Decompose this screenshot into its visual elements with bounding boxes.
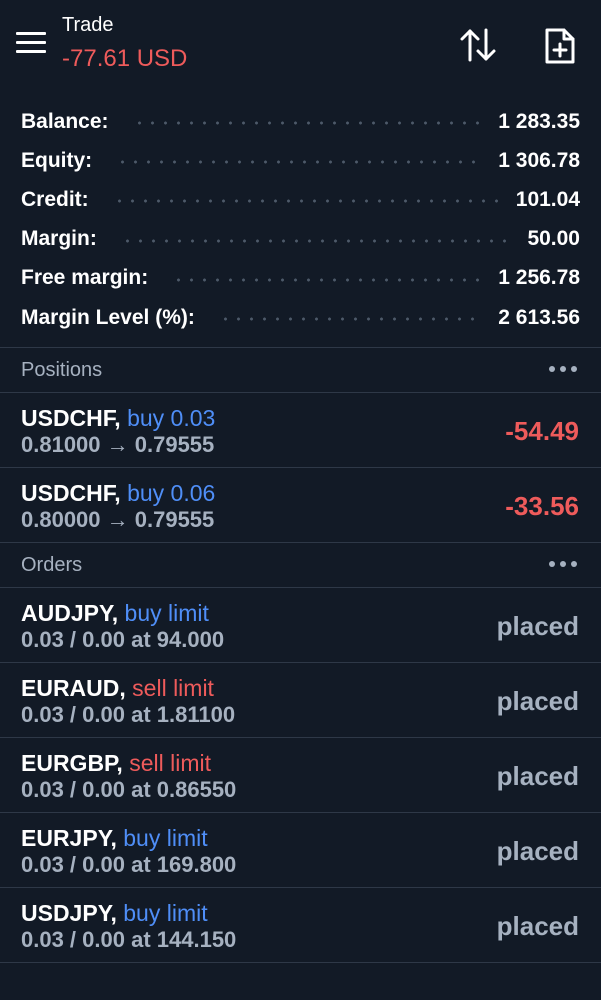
order-type: sell limit — [129, 750, 211, 777]
page-title: Trade — [62, 14, 114, 36]
dotted-leader — [116, 160, 481, 165]
order-status: placed — [496, 761, 579, 792]
dotted-leader — [132, 121, 481, 126]
order-symbol: EURJPY, — [21, 825, 117, 852]
new-order-icon[interactable] — [543, 26, 577, 66]
menu-icon[interactable] — [16, 32, 46, 54]
order-symbol: EURAUD, — [21, 675, 126, 702]
summary-row-free-margin: Free margin: 1 256.78 — [21, 259, 580, 298]
position-symbol: USDCHF, — [21, 480, 121, 507]
positions-header: Positions — [0, 348, 601, 392]
position-prices: 0.81000 → 0.79555 — [21, 432, 215, 458]
orders-header: Orders — [0, 543, 601, 587]
summary-label: Balance: — [21, 109, 109, 133]
summary-row-margin-level: Margin Level (%): 2 613.56 — [21, 298, 580, 337]
summary-value: 1 306.78 — [498, 148, 580, 172]
dotted-leader — [112, 199, 498, 204]
divider — [0, 962, 601, 964]
order-symbol: AUDJPY, — [21, 600, 119, 627]
summary-row-equity: Equity: 1 306.78 — [21, 141, 580, 180]
more-icon[interactable] — [549, 558, 577, 570]
trade-screen: Trade -77.61 USD Balance: 1 283.35 Equit… — [0, 0, 601, 1000]
order-row[interactable]: EURJPY, buy limit 0.03 / 0.00 at 169.800… — [0, 813, 601, 887]
order-type: buy limit — [124, 600, 209, 627]
summary-value: 2 613.56 — [498, 305, 580, 329]
account-summary: Balance: 1 283.35 Equity: 1 306.78 Credi… — [0, 102, 601, 337]
order-status: placed — [496, 611, 579, 642]
total-profit: -77.61 USD — [62, 45, 188, 72]
sort-icon[interactable] — [458, 26, 498, 64]
position-type: buy 0.03 — [127, 405, 216, 432]
dotted-leader — [218, 317, 481, 322]
summary-label: Margin Level (%): — [21, 305, 195, 329]
order-type: buy limit — [123, 825, 208, 852]
position-row[interactable]: USDCHF, buy 0.03 0.81000 → 0.79555 -54.4… — [0, 393, 601, 467]
order-type: buy limit — [123, 900, 208, 927]
order-status: placed — [496, 836, 579, 867]
more-icon[interactable] — [549, 363, 577, 375]
position-profit: -54.49 — [505, 416, 579, 447]
order-type: sell limit — [132, 675, 214, 702]
position-prices: 0.80000 → 0.79555 — [21, 507, 215, 533]
position-profit: -33.56 — [505, 491, 579, 522]
summary-value: 1 256.78 — [498, 266, 580, 290]
summary-value: 50.00 — [527, 227, 580, 251]
summary-label: Equity: — [21, 148, 93, 172]
summary-row-balance: Balance: 1 283.35 — [21, 102, 580, 141]
order-status: placed — [496, 686, 579, 717]
summary-label: Margin: — [21, 227, 97, 251]
summary-row-margin: Margin: 50.00 — [21, 220, 580, 259]
section-title: Positions — [21, 358, 103, 381]
summary-label: Free margin: — [21, 266, 149, 290]
summary-label: Credit: — [21, 187, 89, 211]
order-symbol: EURGBP, — [21, 750, 123, 777]
top-bar: Trade -77.61 USD — [0, 0, 601, 92]
section-title: Orders — [21, 553, 83, 576]
order-symbol: USDJPY, — [21, 900, 117, 927]
position-row[interactable]: USDCHF, buy 0.06 0.80000 → 0.79555 -33.5… — [0, 468, 601, 542]
position-symbol: USDCHF, — [21, 405, 121, 432]
order-row[interactable]: USDJPY, buy limit 0.03 / 0.00 at 144.150… — [0, 888, 601, 962]
summary-row-credit: Credit: 101.04 — [21, 180, 580, 219]
order-status: placed — [496, 911, 579, 942]
dotted-leader — [172, 277, 481, 282]
summary-value: 1 283.35 — [498, 109, 580, 133]
summary-value: 101.04 — [515, 187, 580, 211]
order-row[interactable]: AUDJPY, buy limit 0.03 / 0.00 at 94.000 … — [0, 588, 601, 662]
order-row[interactable]: EURGBP, sell limit 0.03 / 0.00 at 0.8655… — [0, 738, 601, 812]
dotted-leader — [120, 238, 510, 243]
order-row[interactable]: EURAUD, sell limit 0.03 / 0.00 at 1.8110… — [0, 663, 601, 737]
position-type: buy 0.06 — [127, 480, 216, 507]
